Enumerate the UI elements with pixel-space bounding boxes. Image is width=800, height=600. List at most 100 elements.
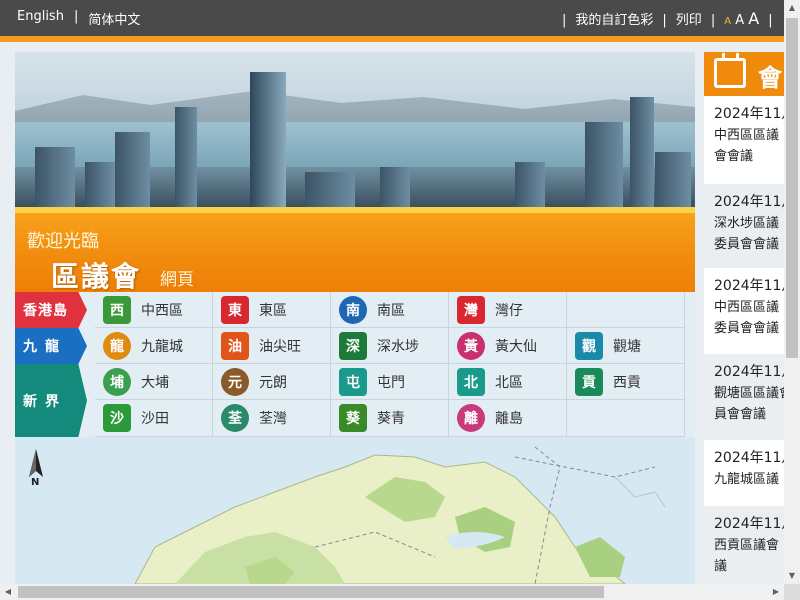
district-label: 中西區 (141, 302, 183, 319)
district-label: 北區 (495, 374, 523, 391)
horizontal-scroll-thumb[interactable] (18, 586, 604, 598)
compass-label: N (31, 477, 40, 488)
district-selector: 香港島 九龍 新界 西 中西區 東 東區 南 南區 灣 灣仔 龍 九龍城 油 油… (15, 292, 695, 437)
region-hong-kong-island: 香港島 (15, 292, 87, 328)
scroll-left-icon[interactable]: ◀ (0, 584, 16, 600)
district-sha-tin[interactable]: 沙 沙田 (95, 400, 213, 437)
district-eastern[interactable]: 東 東區 (213, 292, 331, 328)
yau-tsim-mong-icon: 油 (221, 331, 249, 360)
scroll-right-icon[interactable]: ▶ (768, 584, 784, 600)
font-size-medium-button[interactable]: A (735, 13, 744, 28)
separator: | (662, 13, 667, 28)
district-sai-kung[interactable]: 貢 西貢 (567, 364, 685, 400)
top-tools: | 我的自訂色彩 | 列印 | A A A | (553, 9, 782, 28)
meeting-item[interactable]: 2024年11月 中西區區議 會會議 (704, 96, 784, 184)
yuen-long-icon: 元 (221, 367, 249, 396)
meetings-header: 會 (704, 52, 784, 96)
kwun-tong-icon: 觀 (575, 331, 603, 360)
meeting-date: 2024年11月 (714, 278, 784, 294)
district-tai-po[interactable]: 埔 大埔 (95, 364, 213, 400)
mountain-silhouette (15, 91, 695, 127)
district-north[interactable]: 北 北區 (449, 364, 567, 400)
separator: | (768, 13, 773, 28)
meetings-heading: 會 (758, 64, 782, 92)
north-icon: 北 (457, 367, 485, 396)
district-empty-cell (567, 292, 685, 328)
sha-tin-icon: 沙 (103, 404, 131, 432)
district-label: 沙田 (141, 411, 169, 427)
district-tuen-mun[interactable]: 屯 屯門 (331, 364, 449, 400)
meetings-list: 2024年11月 中西區區議 會會議 2024年11月 深水埗區議 委員會會議 … (704, 96, 784, 584)
separator: | (710, 13, 716, 28)
scroll-down-icon[interactable]: ▼ (784, 568, 800, 584)
district-label: 荃灣 (259, 411, 287, 427)
meeting-date: 2024年11月 (714, 106, 784, 122)
building (515, 162, 545, 207)
webpage-text: 網頁 (160, 270, 194, 290)
kowloon-city-icon: 龍 (103, 331, 131, 360)
district-label: 油尖旺 (259, 338, 301, 355)
wong-tai-sin-icon: 黃 (457, 331, 485, 360)
calendar-icon (714, 53, 746, 88)
district-kowloon-city[interactable]: 龍 九龍城 (95, 328, 213, 364)
meeting-title: 中西區區議 (714, 128, 780, 143)
tuen-mun-icon: 屯 (339, 367, 367, 396)
meeting-item[interactable]: 2024年11月 觀塘區區議會 員會會議 (704, 354, 784, 440)
scroll-up-icon[interactable]: ▲ (784, 0, 800, 16)
meeting-item[interactable]: 2024年11月 中西區區議 委員會會議 (704, 268, 784, 354)
district-yau-tsim-mong[interactable]: 油 油尖旺 (213, 328, 331, 364)
district-wan-chai[interactable]: 灣 灣仔 (449, 292, 567, 328)
district-southern[interactable]: 南 南區 (331, 292, 449, 328)
scrollbar-corner (784, 584, 800, 600)
district-tsuen-wan[interactable]: 荃 荃灣 (213, 400, 331, 437)
district-central-western[interactable]: 西 中西區 (95, 292, 213, 328)
building (115, 132, 150, 207)
horizontal-scrollbar[interactable]: ◀ ▶ (0, 584, 784, 600)
sham-shui-po-icon: 深 (339, 331, 367, 360)
district-label: 大埔 (141, 374, 169, 391)
meeting-title: 中西區區議 (714, 300, 780, 315)
district-wong-tai-sin[interactable]: 黃 黃大仙 (449, 328, 567, 364)
hong-kong-map[interactable]: N (15, 437, 695, 584)
district-yuen-long[interactable]: 元 元朗 (213, 364, 331, 400)
region-kowloon: 九龍 (15, 328, 87, 364)
meeting-title: 委員會會議 (714, 321, 780, 336)
meeting-item[interactable]: 2024年11月 深水埗區議 委員會會議 (704, 184, 784, 268)
region-new-territories: 新界 (15, 364, 87, 437)
southern-icon: 南 (339, 295, 367, 324)
district-label: 元朗 (259, 374, 287, 391)
meeting-item[interactable]: 2024年11月 西貢區議會 議 (704, 506, 784, 584)
lang-english-link[interactable]: English (17, 9, 64, 28)
district-empty-cell (567, 400, 685, 437)
building (630, 97, 654, 207)
font-size-large-button[interactable]: A (748, 9, 759, 28)
welcome-banner: 歡迎光臨 區議會 網頁 (15, 207, 695, 293)
district-label: 屯門 (377, 374, 405, 391)
vertical-scrollbar[interactable]: ▲ ▼ (784, 0, 800, 584)
separator: | (562, 13, 567, 28)
meeting-item[interactable]: 2024年11月 九龍城區議 (704, 440, 784, 506)
district-sham-shui-po[interactable]: 深 深水埗 (331, 328, 449, 364)
central-western-icon: 西 (103, 295, 131, 324)
district-kwun-tong[interactable]: 觀 觀塘 (567, 328, 685, 364)
building (585, 122, 623, 207)
meeting-title: 觀塘區區議會 (714, 386, 784, 401)
district-label: 黃大仙 (495, 338, 537, 355)
building (655, 152, 691, 207)
district-label: 灣仔 (495, 302, 523, 319)
custom-colour-link[interactable]: 我的自訂色彩 (575, 9, 653, 28)
district-kwai-tsing[interactable]: 葵 葵青 (331, 400, 449, 437)
sai-kung-icon: 貢 (575, 367, 603, 396)
district-label: 葵青 (377, 411, 405, 427)
tall-tower (250, 72, 286, 207)
print-link[interactable]: 列印 (676, 9, 702, 28)
eastern-icon: 東 (221, 295, 249, 324)
font-size-small-button[interactable]: A (724, 16, 731, 27)
meeting-title: 員會會議 (714, 407, 767, 422)
district-islands[interactable]: 離 離島 (449, 400, 567, 437)
meeting-date: 2024年11月 (714, 450, 784, 466)
meeting-title: 議 (714, 559, 728, 574)
lang-simplified-chinese-link[interactable]: 简体中文 (88, 9, 140, 28)
vertical-scroll-thumb[interactable] (786, 18, 798, 358)
top-bar: English | 简体中文 | 我的自訂色彩 | 列印 | A A A | (0, 0, 784, 36)
